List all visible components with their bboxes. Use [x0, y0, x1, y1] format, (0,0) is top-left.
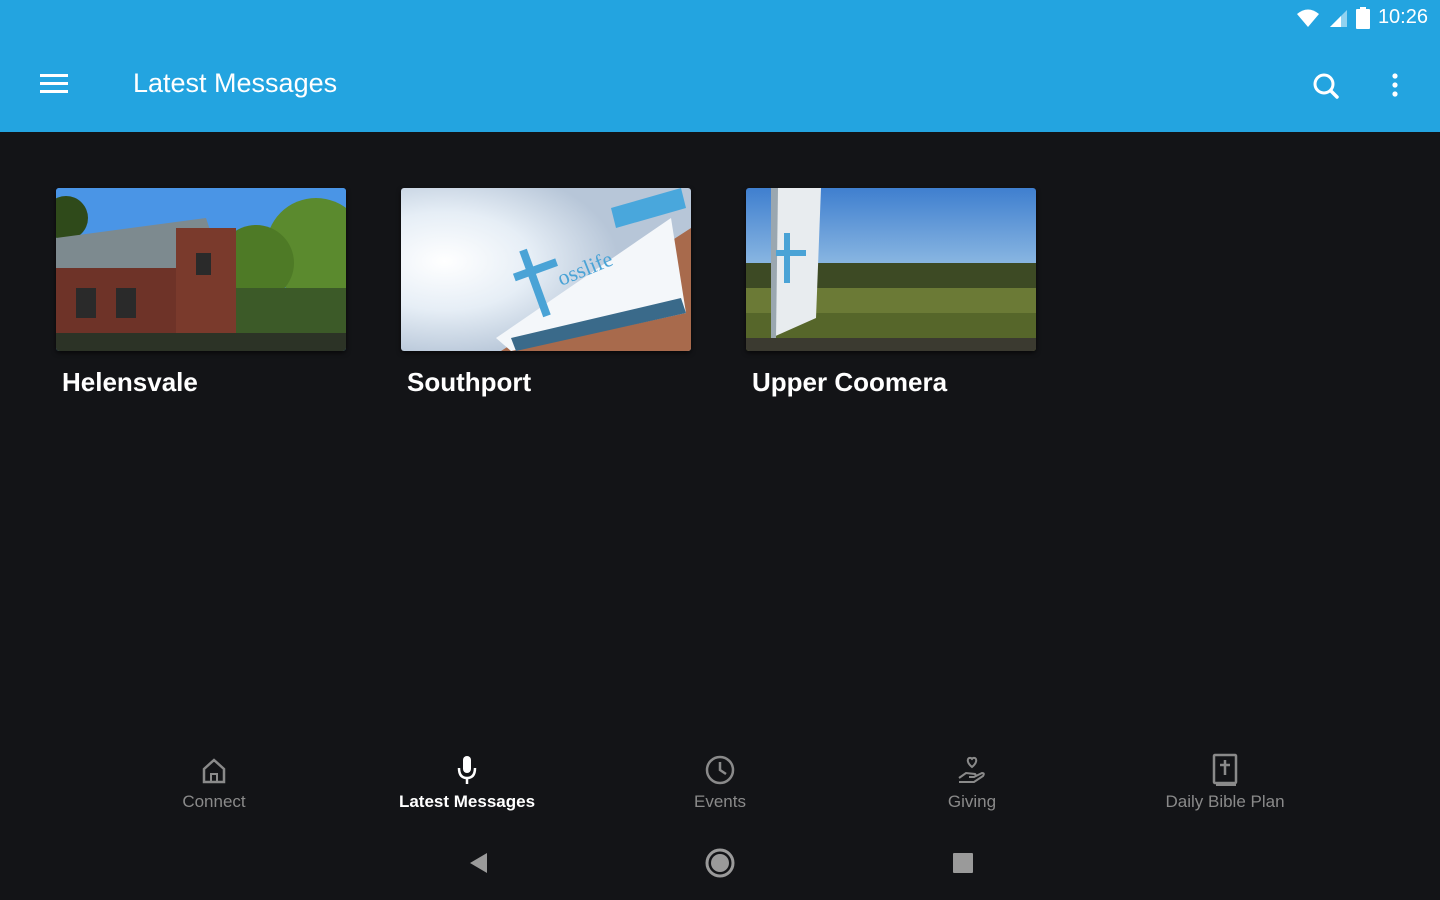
back-triangle-icon	[467, 851, 489, 880]
location-name: Helensvale	[62, 367, 198, 397]
giving-hand-icon	[956, 754, 988, 791]
home-icon	[199, 755, 229, 790]
clock-time: 10:26	[1377, 6, 1428, 28]
search-button[interactable]	[1306, 66, 1346, 106]
location-name: Upper Coomera	[752, 367, 948, 397]
nav-item-giving[interactable]: Giving	[862, 754, 1082, 812]
location-thumbnail	[56, 188, 346, 351]
home-button[interactable]	[700, 847, 740, 884]
location-thumbnail	[746, 188, 1036, 351]
location-card-southport[interactable]: osslife Southport	[401, 188, 691, 398]
clock-icon	[704, 754, 736, 791]
status-bar: 10:26	[0, 0, 1440, 38]
nav-item-connect[interactable]: Connect	[104, 754, 324, 812]
menu-button[interactable]	[30, 66, 78, 106]
overflow-menu-button[interactable]	[1380, 66, 1410, 106]
app-bar: Latest Messages	[0, 38, 1440, 132]
location-card-upper-coomera[interactable]: Upper Coomera	[746, 188, 1036, 398]
nav-label: Events	[694, 792, 746, 811]
location-thumbnail: osslife	[401, 188, 691, 351]
system-navigation-bar	[0, 835, 1440, 900]
nav-label: Giving	[947, 792, 997, 811]
page-title: Latest Messages	[133, 68, 338, 98]
battery-icon	[1355, 6, 1370, 29]
recents-square-icon	[952, 852, 974, 879]
location-name: Southport	[407, 367, 532, 397]
back-button[interactable]	[458, 849, 498, 881]
location-card-helensvale[interactable]: Helensvale	[56, 188, 346, 398]
nav-item-latest-messages[interactable]: Latest Messages	[357, 754, 577, 812]
cell-signal-icon	[1328, 8, 1348, 28]
microphone-icon	[452, 754, 482, 791]
location-grid: Helensvale osslife Southport Upper Coome…	[56, 188, 1036, 398]
home-circle-icon	[704, 847, 736, 884]
nav-item-events[interactable]: Events	[610, 754, 830, 812]
bottom-navigation: Connect Latest Messages Events Giving Da…	[0, 740, 1440, 830]
more-vert-icon	[1380, 73, 1410, 110]
recents-button[interactable]	[943, 849, 983, 881]
status-icons: 10:26	[1296, 6, 1428, 29]
hamburger-menu-icon	[30, 74, 78, 110]
nav-label: Connect	[182, 792, 246, 811]
nav-item-daily-bible-plan[interactable]: Daily Bible Plan	[1115, 753, 1335, 812]
wifi-icon	[1296, 8, 1320, 28]
nav-label: Latest Messages	[398, 792, 536, 811]
search-icon	[1306, 73, 1346, 110]
bible-icon	[1210, 753, 1240, 792]
nav-label: Daily Bible Plan	[1165, 792, 1285, 811]
